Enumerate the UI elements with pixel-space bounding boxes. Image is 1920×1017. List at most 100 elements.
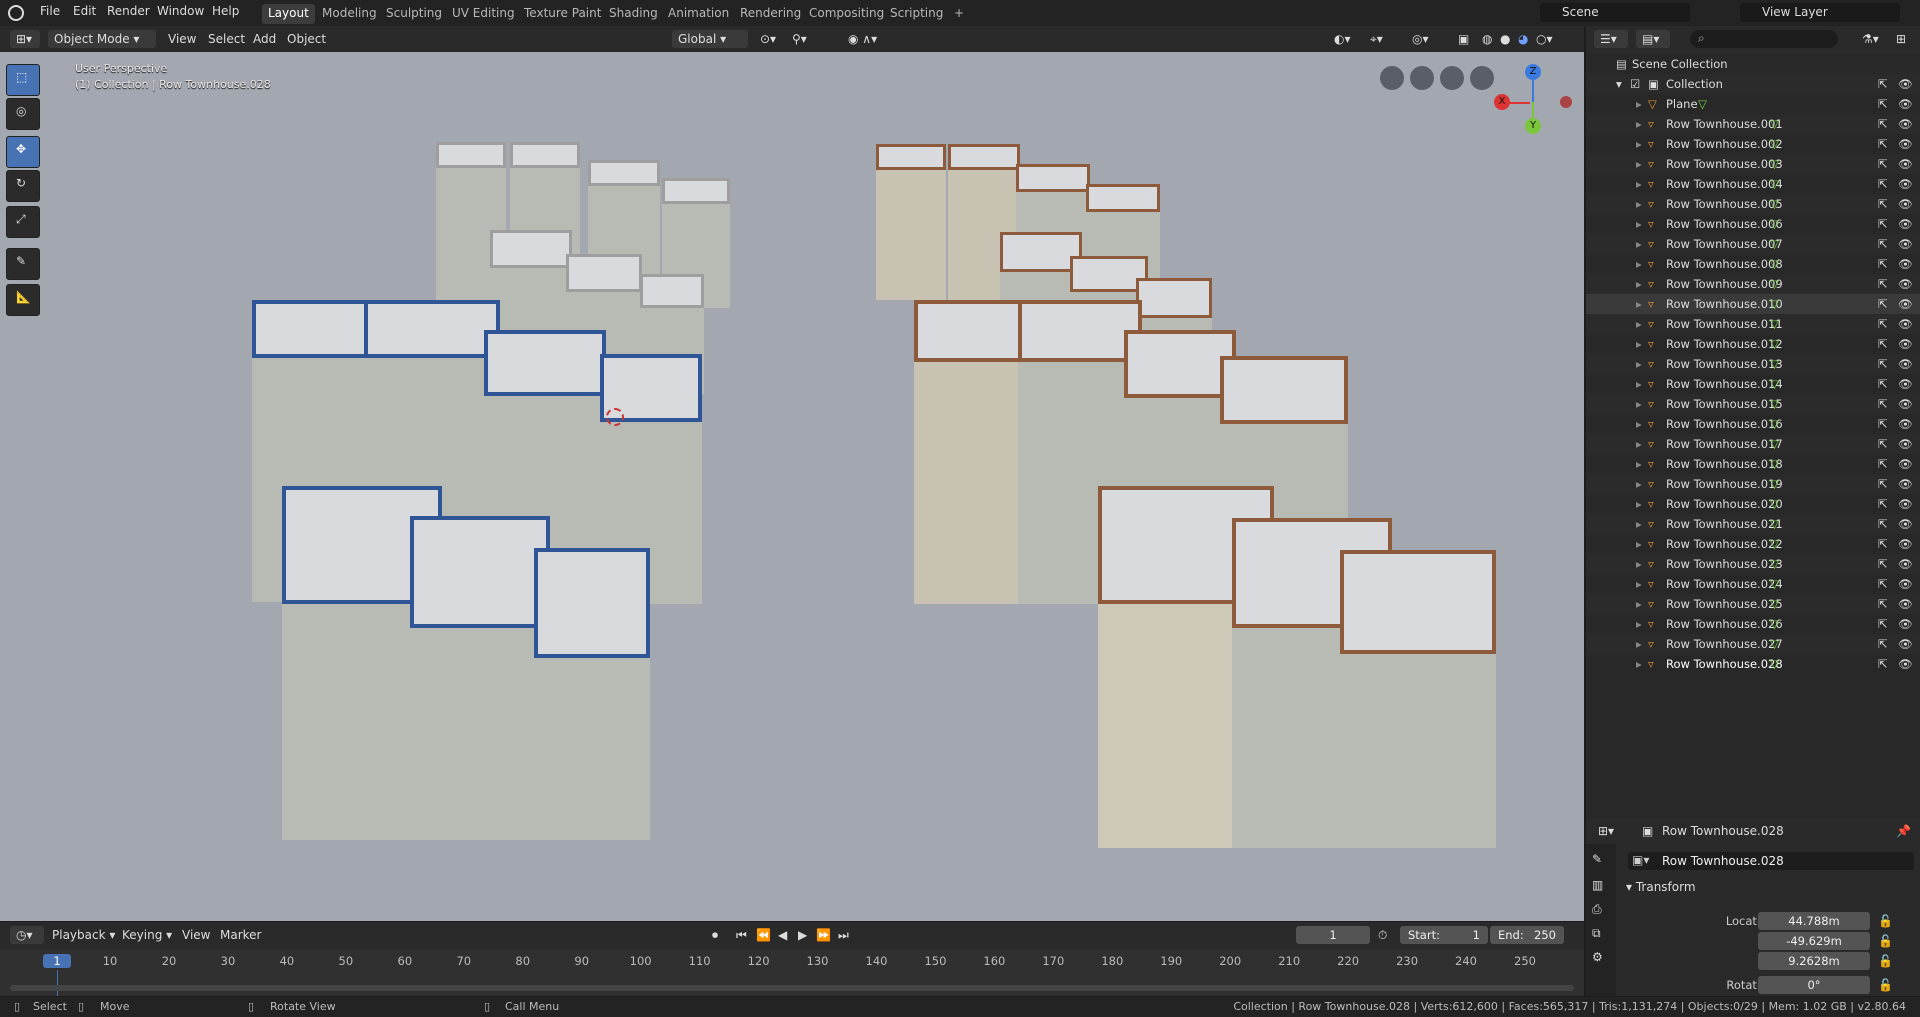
overlay-toggle-icon[interactable]: ◎▾: [1412, 30, 1429, 48]
expand-arrow-icon[interactable]: ▾: [1616, 77, 1622, 91]
building[interactable]: [534, 548, 650, 840]
expand-arrow-icon[interactable]: ▸: [1636, 597, 1642, 611]
select-arrow-icon[interactable]: ⇱: [1878, 217, 1888, 231]
new-collection-icon[interactable]: ⊞: [1896, 30, 1906, 48]
eye-icon[interactable]: 👁: [1898, 517, 1913, 531]
select-arrow-icon[interactable]: ⇱: [1878, 237, 1888, 251]
preview-range-icon[interactable]: ⏱: [1378, 926, 1387, 944]
annotate-tool[interactable]: ✎: [6, 248, 40, 280]
outliner-item[interactable]: ▸ ▿ Row Townhouse.003 ▽ ⇱ 👁: [1586, 154, 1920, 174]
outliner-item[interactable]: ▸ ▿ Row Townhouse.025 ▽ ⇱ 👁: [1586, 594, 1920, 614]
mesh-data-icon[interactable]: ▽: [1770, 477, 1779, 491]
outliner-item[interactable]: ▸ ▿ Row Townhouse.001 ▽ ⇱ 👁: [1586, 114, 1920, 134]
measure-tool[interactable]: 📐: [6, 284, 40, 316]
outliner-item[interactable]: ▸ ▿ Row Townhouse.007 ▽ ⇱ 👁: [1586, 234, 1920, 254]
select-arrow-icon[interactable]: ⇱: [1878, 517, 1888, 531]
rotation-x-field[interactable]: 0°: [1758, 976, 1870, 994]
lock-icon[interactable]: 🔓: [1878, 914, 1893, 928]
menu-playback[interactable]: Playback ▾: [52, 926, 115, 944]
play-icon[interactable]: ▶: [798, 926, 807, 944]
tab-shading[interactable]: Shading: [603, 4, 664, 24]
object-name-field[interactable]: ▣▾ Row Townhouse.028: [1628, 852, 1914, 870]
outliner-item[interactable]: ▸ ▿ Row Townhouse.006 ▽ ⇱ 👁: [1586, 214, 1920, 234]
eye-icon[interactable]: 👁: [1898, 597, 1913, 611]
jump-keyframe-forward-icon[interactable]: ⏩: [816, 926, 831, 944]
mesh-data-icon[interactable]: ▽: [1770, 637, 1779, 651]
location-x-field[interactable]: 44.788m: [1758, 912, 1870, 930]
tab-layout[interactable]: Layout: [262, 4, 315, 24]
expand-arrow-icon[interactable]: ▸: [1636, 257, 1642, 271]
eye-icon[interactable]: 👁: [1898, 197, 1913, 211]
add-workspace-button[interactable]: +: [948, 4, 970, 24]
material-shading-icon[interactable]: ◕: [1518, 30, 1528, 48]
mesh-data-icon[interactable]: ▽: [1770, 177, 1779, 191]
expand-arrow-icon[interactable]: ▸: [1636, 277, 1642, 291]
eye-icon[interactable]: 👁: [1898, 297, 1913, 311]
mesh-data-icon[interactable]: ▽: [1770, 297, 1779, 311]
pivot-icon[interactable]: ⊙▾: [760, 30, 776, 48]
eye-icon[interactable]: 👁: [1898, 437, 1913, 451]
start-frame-field[interactable]: Start: 1: [1400, 926, 1488, 944]
mesh-data-icon[interactable]: ▽: [1770, 577, 1779, 591]
tool-tab-icon[interactable]: ✎: [1592, 852, 1602, 866]
move-tool[interactable]: ✥: [6, 136, 40, 168]
proportional-edit-icon[interactable]: ◉ ∧▾: [848, 30, 877, 48]
mesh-data-icon[interactable]: ▽: [1770, 417, 1779, 431]
mesh-data-icon[interactable]: ▽: [1770, 217, 1779, 231]
expand-arrow-icon[interactable]: ▸: [1636, 137, 1642, 151]
select-arrow-icon[interactable]: ⇱: [1878, 457, 1888, 471]
eye-icon[interactable]: 👁: [1898, 537, 1913, 551]
expand-arrow-icon[interactable]: ▸: [1636, 297, 1642, 311]
pan-hand-icon[interactable]: [1440, 66, 1464, 90]
expand-arrow-icon[interactable]: ▸: [1636, 617, 1642, 631]
menu-file[interactable]: File: [40, 4, 60, 18]
outliner-item[interactable]: ▸ ▿ Row Townhouse.023 ▽ ⇱ 👁: [1586, 554, 1920, 574]
tab-compositing[interactable]: Compositing: [803, 4, 890, 24]
tab-sculpting[interactable]: Sculpting: [380, 4, 448, 24]
solid-shading-icon[interactable]: ●: [1500, 30, 1510, 48]
expand-arrow-icon[interactable]: ▸: [1636, 337, 1642, 351]
select-box-tool[interactable]: ⬚: [6, 64, 40, 96]
mesh-data-icon[interactable]: ▽: [1770, 457, 1779, 471]
render-tab-icon[interactable]: ▥: [1592, 878, 1603, 892]
gizmo-toggle-icon[interactable]: ⌖▾: [1370, 30, 1383, 48]
outliner-item[interactable]: ▸ ▿ Row Townhouse.027 ▽ ⇱ 👁: [1586, 634, 1920, 654]
rendered-shading-icon[interactable]: ○▾: [1536, 30, 1553, 48]
select-arrow-icon[interactable]: ⇱: [1878, 337, 1888, 351]
end-frame-field[interactable]: End: 250: [1490, 926, 1564, 944]
select-arrow-icon[interactable]: ⇱: [1878, 117, 1888, 131]
expand-arrow-icon[interactable]: ▸: [1636, 397, 1642, 411]
scale-tool[interactable]: ⤢: [6, 206, 40, 238]
mesh-data-icon[interactable]: ▽: [1770, 257, 1779, 271]
gizmo-x-button[interactable]: X: [1494, 94, 1510, 110]
outliner-item[interactable]: ▸ ▿ Row Townhouse.013 ▽ ⇱ 👁: [1586, 354, 1920, 374]
eye-icon[interactable]: 👁: [1898, 497, 1913, 511]
mesh-data-icon[interactable]: ▽: [1770, 157, 1779, 171]
select-arrow-icon[interactable]: ⇱: [1878, 357, 1888, 371]
outliner-search-input[interactable]: ⌕: [1690, 30, 1838, 48]
visibility-icon[interactable]: ◐▾: [1334, 30, 1351, 48]
select-arrow-icon[interactable]: ⇱: [1878, 657, 1888, 671]
select-arrow-icon[interactable]: ⇱: [1878, 597, 1888, 611]
building[interactable]: [410, 516, 550, 840]
tab-texture-paint[interactable]: Texture Paint: [518, 4, 607, 24]
rotate-tool[interactable]: ↻: [6, 170, 40, 202]
expand-arrow-icon[interactable]: ▸: [1636, 97, 1642, 111]
view-layer-selector[interactable]: View Layer: [1740, 3, 1900, 22]
gizmo-neg-x-button[interactable]: [1560, 96, 1572, 108]
select-arrow-icon[interactable]: ⇱: [1878, 397, 1888, 411]
expand-arrow-icon[interactable]: ▸: [1636, 177, 1642, 191]
output-tab-icon[interactable]: ⎙: [1592, 902, 1602, 917]
menu-keying[interactable]: Keying ▾: [122, 926, 172, 944]
transform-panel-header[interactable]: ▾ Transform: [1626, 880, 1696, 894]
select-arrow-icon[interactable]: ⇱: [1878, 277, 1888, 291]
eye-icon[interactable]: 👁: [1898, 657, 1913, 671]
outliner-item[interactable]: ▸ ▿ Row Townhouse.010 ▽ ⇱ 👁: [1586, 294, 1920, 314]
outliner-item[interactable]: ▸ ▿ Row Townhouse.021 ▽ ⇱ 👁: [1586, 514, 1920, 534]
eye-icon[interactable]: 👁: [1898, 137, 1913, 151]
outliner-scene-collection[interactable]: ▤ Scene Collection: [1586, 54, 1920, 74]
outliner-item[interactable]: ▸ ▿ Row Townhouse.020 ▽ ⇱ 👁: [1586, 494, 1920, 514]
expand-arrow-icon[interactable]: ▸: [1636, 517, 1642, 531]
mesh-data-icon[interactable]: ▽: [1770, 597, 1779, 611]
select-arrow-icon[interactable]: ⇱: [1878, 257, 1888, 271]
